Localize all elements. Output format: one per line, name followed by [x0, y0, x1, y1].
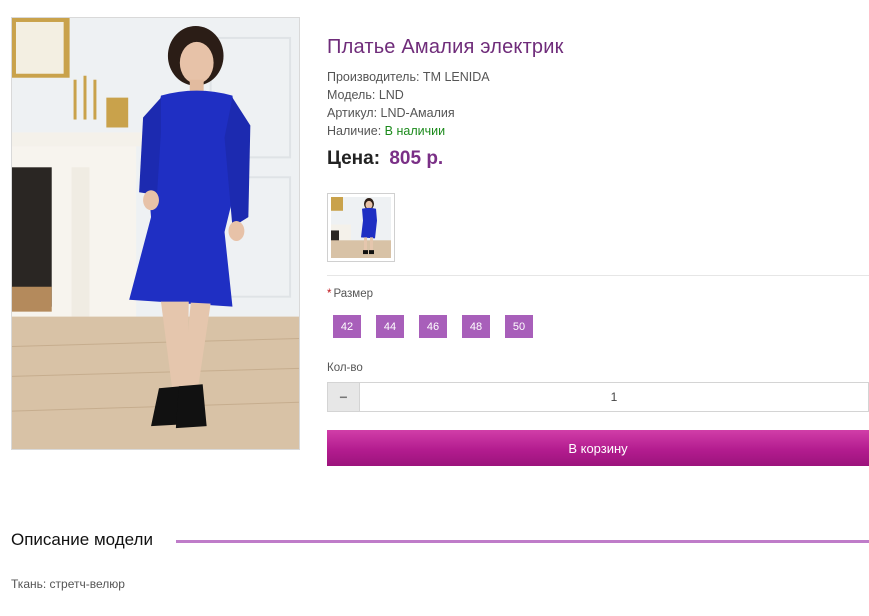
dress-thumbnail-icon: [331, 197, 391, 258]
size-option-42[interactable]: 42: [333, 315, 361, 338]
price-row: Цена: 805 р.: [327, 148, 869, 170]
dress-photo-icon: [12, 18, 299, 449]
product-main-image[interactable]: [11, 17, 300, 450]
sku-text: Артикул: LND-Амалия: [327, 106, 455, 120]
required-mark: *: [327, 288, 332, 300]
quantity-minus-button[interactable]: −: [327, 382, 359, 412]
availability-value: В наличии: [384, 124, 446, 138]
description-title: Описание модели: [11, 530, 161, 550]
quantity-label: Кол-во: [327, 362, 363, 374]
model-text: Модель: LND: [327, 88, 404, 102]
availability-row: Наличие: В наличии: [327, 122, 869, 140]
size-options: 42 44 46 48 50: [333, 315, 533, 338]
price-label: Цена:: [327, 148, 381, 169]
size-option-48[interactable]: 48: [462, 315, 490, 338]
description-title-rule: [176, 540, 869, 543]
description-text: Ткань: стретч-велюр: [11, 577, 125, 591]
size-option-46[interactable]: 46: [419, 315, 447, 338]
add-to-cart-button[interactable]: В корзину: [327, 430, 869, 466]
quantity-stepper: −: [327, 382, 869, 412]
product-meta: Производитель: TM LENIDA Модель: LND Арт…: [327, 68, 869, 140]
quantity-input[interactable]: [359, 382, 869, 412]
manufacturer-text: Производитель: TM LENIDA: [327, 70, 490, 84]
price-value: 805 р.: [389, 148, 444, 169]
product-thumbnail[interactable]: [327, 193, 395, 262]
size-label: * Размер: [327, 288, 373, 300]
size-option-50[interactable]: 50: [505, 315, 533, 338]
product-title: Платье Амалия электрик: [327, 36, 564, 58]
product-details: Платье Амалия электрик Производитель: TM…: [327, 36, 869, 170]
options-divider: [327, 275, 869, 276]
size-option-44[interactable]: 44: [376, 315, 404, 338]
availability-label: Наличие:: [327, 124, 382, 138]
size-label-text: Размер: [333, 288, 374, 300]
